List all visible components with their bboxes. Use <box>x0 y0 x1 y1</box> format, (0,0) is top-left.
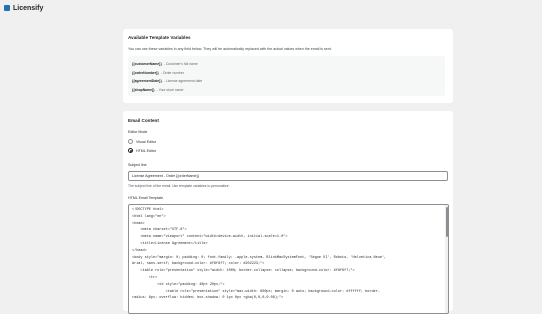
variable-code: {{shopName}} <box>132 87 155 92</box>
variable-code: {{agreementDate}} <box>132 79 162 84</box>
variables-description: You can use these variables in any field… <box>128 47 332 51</box>
html-editor-label: HTML Editor <box>136 148 157 153</box>
email-content-title: Email Content <box>128 118 159 123</box>
subject-label: Subject line <box>128 163 147 167</box>
html-editor-radio[interactable] <box>128 148 133 153</box>
variable-item: {{customerName}} - Customer's full name <box>132 60 441 69</box>
email-content-card: Email Content Editor Mode Visual Editor … <box>123 111 453 314</box>
visual-editor-label: Visual Editor <box>136 139 157 144</box>
html-template-code[interactable]: <!DOCTYPE html> <html lang="en"> <head> … <box>129 205 448 304</box>
variable-desc: - License agreement date <box>163 79 203 84</box>
html-template-editor[interactable]: <!DOCTYPE html> <html lang="en"> <head> … <box>128 204 449 314</box>
editor-mode-label: Editor Mode <box>128 130 148 134</box>
variable-desc: - Order number <box>160 70 184 75</box>
logo-icon <box>4 5 10 11</box>
scroll-thumb[interactable] <box>445 207 448 237</box>
editor-scrollbar[interactable] <box>445 205 448 313</box>
subject-input[interactable]: License Agreement - Order {{orderName}} <box>128 171 448 181</box>
html-template-label: HTML Email Template <box>128 196 164 200</box>
variable-item: {{agreementDate}} - License agreement da… <box>132 77 441 86</box>
app-name: Licensify <box>13 4 44 12</box>
variables-title: Available Template Variables <box>128 35 191 40</box>
variable-code: {{orderNumber}} <box>132 70 159 75</box>
variable-item: {{orderNumber}} - Order number <box>132 69 441 78</box>
html-editor-option[interactable]: HTML Editor <box>128 148 156 153</box>
variables-card: Available Template Variables You can use… <box>123 29 453 103</box>
top-bar: Licensify <box>0 0 542 16</box>
visual-editor-option[interactable]: Visual Editor <box>128 139 156 144</box>
variables-list: {{customerName}} - Customer's full name … <box>128 56 445 96</box>
variable-code: {{customerName}} <box>132 62 162 67</box>
variable-desc: - Customer's full name <box>163 62 198 67</box>
variable-desc: - Your store name <box>156 87 184 92</box>
subject-help: The subject line of the email. Use templ… <box>128 184 230 188</box>
variable-item: {{shopName}} - Your store name <box>132 86 441 95</box>
visual-editor-radio[interactable] <box>128 139 133 144</box>
